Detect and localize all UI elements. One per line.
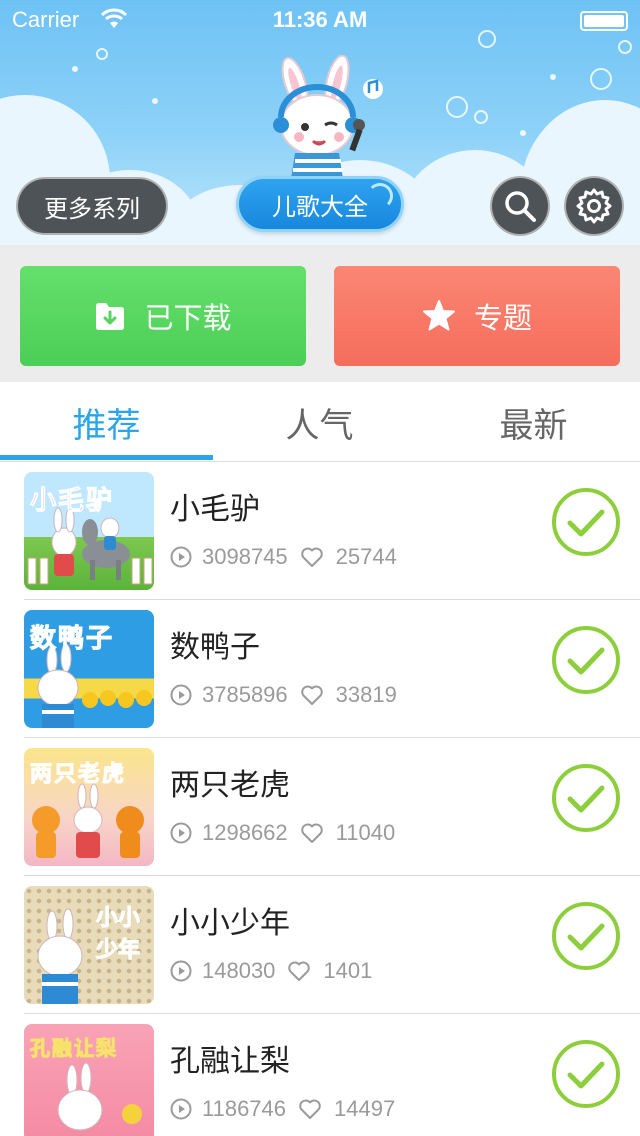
song-row[interactable]: 数鸭子 数鸭子 3785896 33819 <box>0 600 640 738</box>
like-count: 11040 <box>335 820 396 845</box>
thumbnail-title: 数鸭子 <box>29 624 115 655</box>
song-stats: 3785896 33819 <box>170 682 397 708</box>
status-bar: Carrier 11:36 AM <box>0 0 640 40</box>
play-count-icon <box>170 546 192 568</box>
song-title: 孔融让梨 <box>170 1044 290 1079</box>
song-row[interactable]: 孔融让梨 孔融让梨 1186746 14497 <box>0 1014 640 1136</box>
tab-label: 人气 <box>285 405 354 446</box>
heart-icon <box>300 823 323 843</box>
song-title: 两只老虎 <box>170 768 290 803</box>
downloaded-check-icon[interactable] <box>551 487 621 557</box>
song-title: 数鸭子 <box>170 630 260 665</box>
play-count: 3098745 <box>202 544 288 569</box>
tab-latest[interactable]: 最新 <box>427 382 640 462</box>
song-row[interactable]: 两只老虎 两只老虎 1298662 11040 <box>0 738 640 876</box>
heart-icon <box>299 1099 321 1119</box>
song-stats: 1186746 14497 <box>170 1096 395 1122</box>
download-folder-icon <box>96 303 125 330</box>
song-stats: 148030 1401 <box>170 958 372 984</box>
star-icon <box>422 300 455 331</box>
heart-icon <box>300 685 323 705</box>
song-thumbnail: 孔融让梨 <box>24 1024 154 1136</box>
gear-icon <box>576 188 612 224</box>
downloaded-check-icon[interactable] <box>551 763 621 833</box>
tab-recommended[interactable]: 推荐 <box>0 382 213 462</box>
play-count: 1186746 <box>202 1096 287 1121</box>
play-count-icon <box>170 960 192 982</box>
song-thumbnail: 小小少年 <box>24 886 154 1004</box>
thumbnail-title: 孔融让梨 <box>30 1036 118 1061</box>
play-count-icon <box>170 1098 192 1120</box>
tab-label: 最新 <box>499 405 568 446</box>
downloaded-check-icon[interactable] <box>551 1039 621 1109</box>
song-title: 小小少年 <box>170 906 290 941</box>
downloaded-check-icon[interactable] <box>551 901 621 971</box>
downloaded-button[interactable]: 已下载 <box>20 266 306 366</box>
song-thumbnail: 数鸭子 <box>24 610 154 728</box>
song-thumbnail: 小毛驴 <box>24 472 154 590</box>
topics-button[interactable]: 专题 <box>334 266 620 366</box>
play-count: 3785896 <box>202 682 288 707</box>
like-count: 1401 <box>323 958 373 983</box>
topics-label: 专题 <box>473 301 532 335</box>
settings-button[interactable] <box>564 176 624 236</box>
swirl-icon <box>367 183 393 209</box>
tab-indicator <box>0 455 213 460</box>
battery-icon <box>580 11 628 31</box>
status-time: 11:36 AM <box>272 7 368 32</box>
songs-collection-label: 儿歌大全 <box>272 192 368 221</box>
song-row[interactable]: 小毛驴 小毛驴 3098745 25744 <box>0 462 640 600</box>
heart-icon <box>288 961 311 981</box>
header-banner: Carrier 11:36 AM 更多系列 儿歌大全 <box>0 0 640 245</box>
song-stats: 1298662 11040 <box>170 820 395 846</box>
play-count: 148030 <box>202 958 276 983</box>
search-icon <box>505 191 536 222</box>
tab-bar: 推荐 人气 最新 <box>0 382 640 462</box>
more-series-button[interactable]: 更多系列 <box>16 177 168 235</box>
more-series-label: 更多系列 <box>44 194 140 223</box>
song-stats: 3098745 25744 <box>170 544 397 570</box>
downloaded-label: 已下载 <box>144 301 232 335</box>
like-count: 25744 <box>335 544 397 569</box>
songs-collection-button[interactable]: 儿歌大全 <box>236 176 404 232</box>
search-button[interactable] <box>490 176 550 236</box>
song-thumbnail: 两只老虎 <box>24 748 154 866</box>
play-count: 1298662 <box>202 820 288 845</box>
tab-popular[interactable]: 人气 <box>213 382 426 462</box>
play-count-icon <box>170 822 192 844</box>
thumbnail-title: 小毛驴 <box>29 486 115 517</box>
thumbnail-title: 两只老虎 <box>29 762 127 788</box>
song-title: 小毛驴 <box>170 492 260 527</box>
play-count-icon <box>170 684 192 706</box>
song-row[interactable]: 小小少年 小小少年 148030 1401 <box>0 876 640 1014</box>
like-count: 33819 <box>335 682 397 707</box>
heart-icon <box>300 547 323 567</box>
downloaded-check-icon[interactable] <box>551 625 621 695</box>
tab-label: 推荐 <box>72 405 141 446</box>
rabbit-mascot-icon <box>273 55 383 179</box>
like-count: 14497 <box>334 1096 396 1121</box>
thumbnail-title: 小小少年 <box>96 906 141 964</box>
